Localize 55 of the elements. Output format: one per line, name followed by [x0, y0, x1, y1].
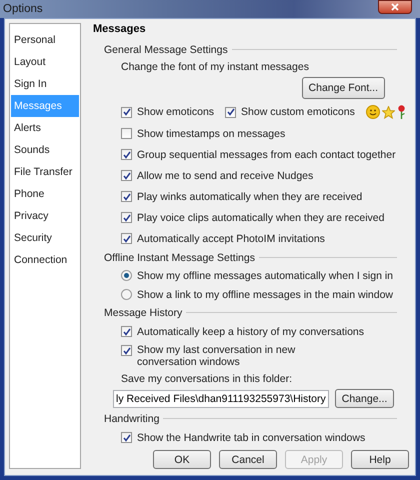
- checkbox-label: Play winks automatically when they are received: [137, 190, 362, 202]
- checkbox-label: Show emoticons: [137, 106, 214, 118]
- section-title: Message History: [104, 306, 182, 318]
- section-title: General Message Settings: [104, 44, 228, 56]
- rose-icon: [396, 105, 406, 119]
- sidebar-item[interactable]: Connection: [11, 249, 79, 271]
- page-title: Messages: [92, 23, 147, 37]
- sidebar-item[interactable]: Sounds: [11, 139, 79, 161]
- checkbox[interactable]: [121, 432, 132, 443]
- checkbox[interactable]: [121, 106, 132, 118]
- folder-path-field[interactable]: ly Received Files\dhan911193255973\History: [113, 390, 329, 408]
- checkbox[interactable]: [225, 106, 236, 118]
- dialog-button[interactable]: Help: [351, 450, 409, 469]
- sidebar-item[interactable]: Privacy: [11, 205, 79, 227]
- checkbox-label: Group sequential messages from each contact together: [137, 148, 396, 160]
- checkbox[interactable]: [121, 233, 132, 244]
- checkbox-label: Play voice clips automatically when they are received: [137, 212, 384, 224]
- checkbox-label: Allow me to send and receive Nudges: [137, 170, 314, 182]
- checkbox[interactable]: [121, 128, 132, 139]
- label-text: Save my conversations in this folder:: [121, 372, 292, 384]
- sidebar-item[interactable]: File Transfer: [11, 161, 79, 183]
- dialog-button[interactable]: OK: [153, 450, 211, 469]
- checkbox-label: Automatically keep a history of my conversations: [137, 326, 364, 338]
- radio-label: Show my offline messages automatically when I sign in: [137, 270, 394, 282]
- sidebar-item[interactable]: Personal: [11, 29, 79, 51]
- window-title: Options: [3, 3, 43, 15]
- label-text: Change the font of my instant messages: [121, 60, 309, 72]
- checkbox-label: Show the Handwrite tab in conversation windows: [137, 432, 366, 444]
- checkbox[interactable]: [121, 149, 132, 160]
- dialog-button[interactable]: Cancel: [219, 450, 277, 469]
- change-button[interactable]: Change...: [334, 389, 394, 408]
- checkbox[interactable]: [121, 326, 132, 337]
- sidebar-item[interactable]: Phone: [11, 183, 79, 205]
- checkbox[interactable]: [121, 212, 132, 223]
- checkbox-label: Show my last conversation in new conversation windows: [137, 344, 296, 368]
- checkbox[interactable]: [121, 170, 132, 181]
- sidebar-item[interactable]: Security: [11, 227, 79, 249]
- section-title: Offline Instant Message Settings: [104, 252, 255, 264]
- sidebar-item[interactable]: Alerts: [11, 117, 79, 139]
- change-font-button[interactable]: Change Font...: [302, 77, 385, 99]
- close-icon: [391, 3, 399, 11]
- checkbox[interactable]: [121, 345, 132, 356]
- star-icon: [382, 106, 395, 118]
- radio-button[interactable]: [121, 270, 132, 281]
- sidebar-item[interactable]: Sign In: [11, 73, 79, 95]
- section-title: Handwriting: [104, 412, 160, 424]
- sidebar-item[interactable]: Layout: [11, 51, 79, 73]
- radio-button[interactable]: [121, 289, 132, 300]
- checkbox-label: Automatically accept PhotoIM invitations: [137, 232, 325, 244]
- checkbox[interactable]: [121, 191, 132, 202]
- radio-label: Show a link to my offline messages in the main window: [137, 288, 394, 300]
- checkbox-label: Show timestamps on messages: [137, 128, 286, 140]
- smiley-icon: [366, 105, 380, 119]
- close-button[interactable]: [378, 0, 412, 14]
- checkbox-label: Show custom emoticons: [241, 106, 355, 118]
